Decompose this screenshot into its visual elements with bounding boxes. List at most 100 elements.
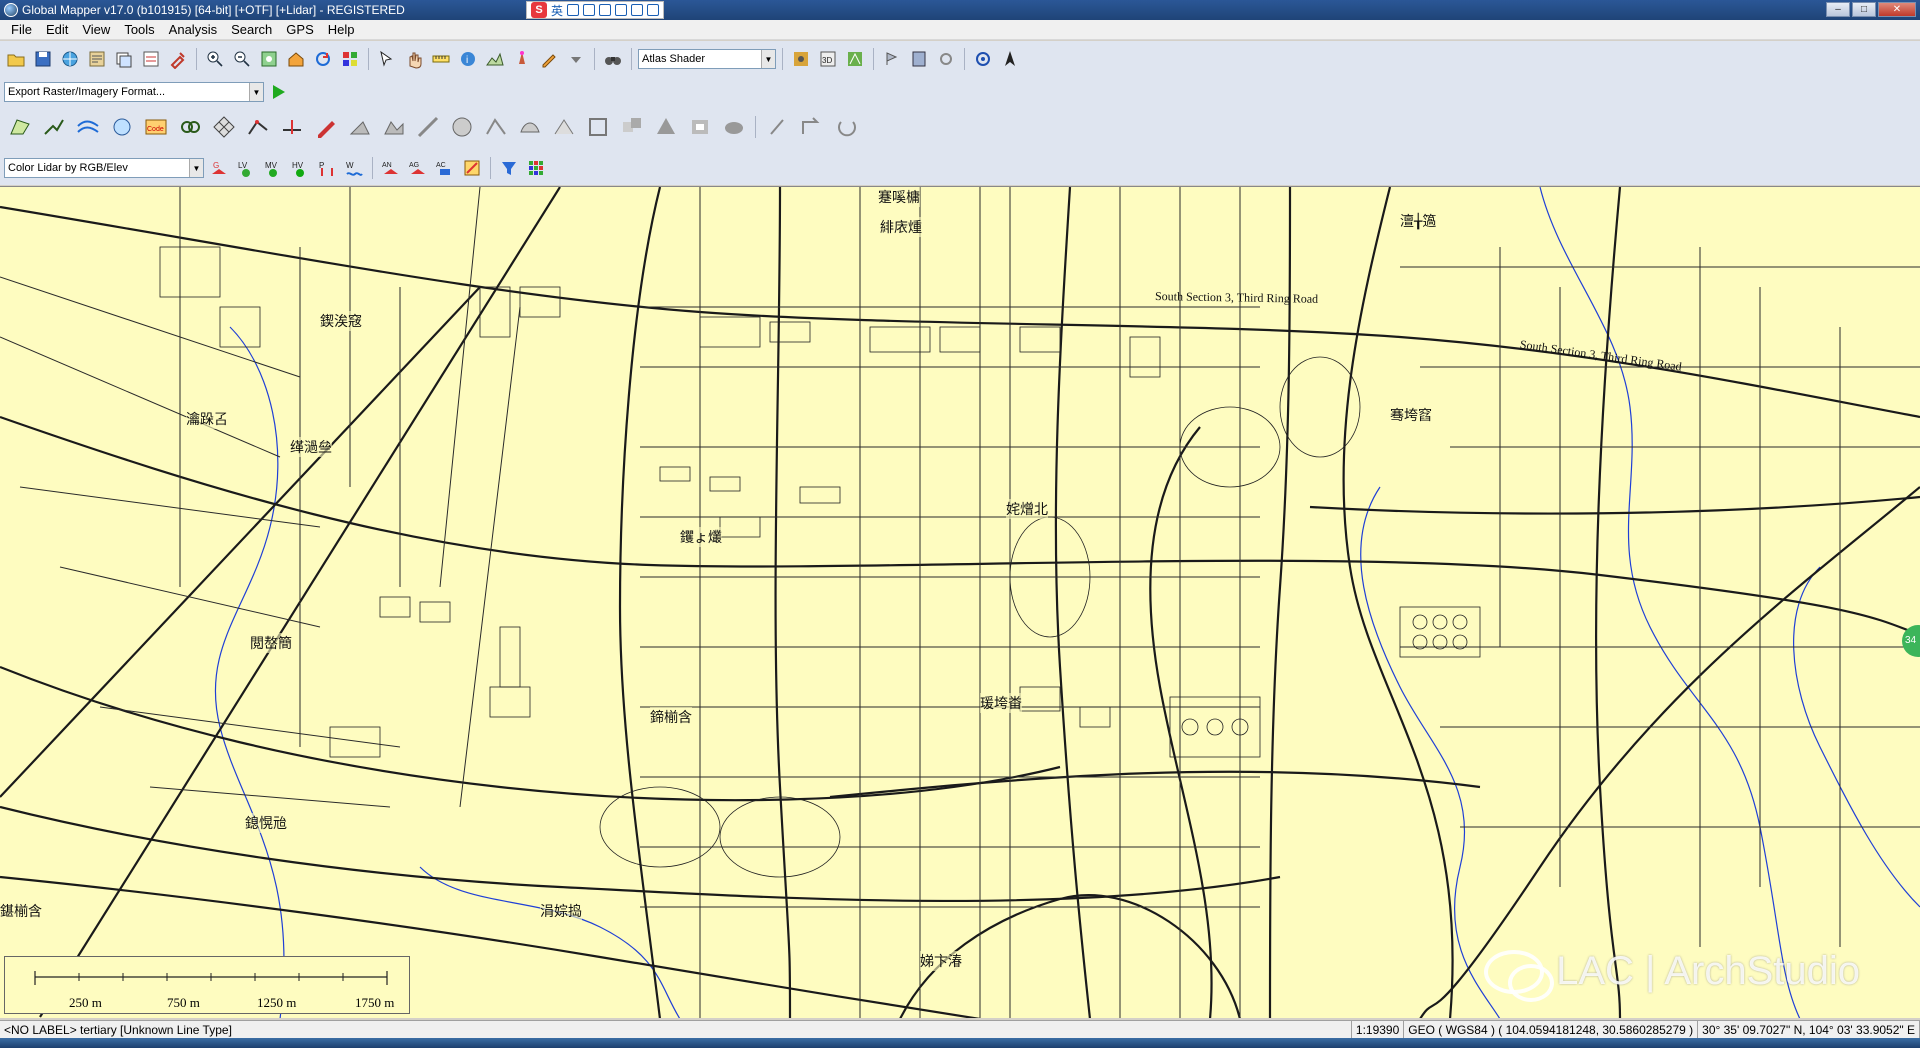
lidar-auto-classify-icon[interactable]: AN	[379, 156, 403, 180]
menu-search[interactable]: Search	[224, 20, 279, 40]
chevron-down-icon[interactable]: ▼	[761, 50, 775, 68]
path-profile-icon[interactable]	[483, 47, 507, 71]
svg-text:MV: MV	[265, 161, 278, 170]
maximize-button[interactable]: □	[1852, 2, 1876, 17]
globe-icon[interactable]	[58, 47, 82, 71]
ime-tools-icon[interactable]	[647, 4, 660, 16]
join-feature-icon[interactable]	[480, 112, 511, 143]
snap-icon[interactable]	[174, 112, 205, 143]
dropdown-arrow-icon[interactable]	[564, 47, 588, 71]
ime-keyboard-icon[interactable]	[599, 4, 612, 16]
lidar-medium-vegetation-icon[interactable]: MV	[261, 156, 285, 180]
lidar-auto-buildings-icon[interactable]: AC	[433, 156, 457, 180]
zoom-extents-icon[interactable]	[257, 47, 281, 71]
crop-feature-icon[interactable]	[582, 112, 613, 143]
menu-edit[interactable]: Edit	[39, 20, 75, 40]
simplify-feature-icon[interactable]	[548, 112, 579, 143]
binoculars-icon[interactable]	[601, 47, 625, 71]
lidar-high-vegetation-icon[interactable]: HV	[288, 156, 312, 180]
menu-view[interactable]: View	[75, 20, 117, 40]
zoom-out-icon[interactable]	[230, 47, 254, 71]
gps-options-icon[interactable]	[934, 47, 958, 71]
gps-center-icon[interactable]	[971, 47, 995, 71]
lidar-ground-icon[interactable]: G	[207, 156, 231, 180]
ime-toolbar[interactable]: S 英	[526, 1, 665, 19]
code-icon[interactable]: Code	[140, 112, 171, 143]
3d-view-icon[interactable]: 3D	[816, 47, 840, 71]
revert-icon[interactable]	[830, 112, 861, 143]
gps-info-icon[interactable]	[907, 47, 931, 71]
close-button[interactable]: ✕	[1878, 2, 1916, 17]
chevron-down-icon[interactable]: ▼	[189, 159, 203, 177]
street	[1400, 266, 1920, 828]
measure-tool-icon[interactable]	[429, 47, 453, 71]
north-arrow-icon[interactable]	[998, 47, 1022, 71]
menu-tools[interactable]: Tools	[117, 20, 161, 40]
lidar-grid-icon[interactable]	[524, 156, 548, 180]
create-line-icon[interactable]	[38, 112, 69, 143]
extract-feature-icon[interactable]	[684, 112, 715, 143]
smooth-feature-icon[interactable]	[514, 112, 545, 143]
lidar-auto-ground-icon[interactable]: AG	[406, 156, 430, 180]
combine-feature-icon[interactable]	[616, 112, 647, 143]
rotate-feature-icon[interactable]	[378, 112, 409, 143]
split-line-icon[interactable]	[276, 112, 307, 143]
lidar-auto-trees-icon[interactable]	[460, 156, 484, 180]
open-folder-icon[interactable]	[4, 47, 28, 71]
tile-view-icon[interactable]	[338, 47, 362, 71]
zoom-in-icon[interactable]	[203, 47, 227, 71]
undo-icon[interactable]	[762, 112, 793, 143]
home-icon[interactable]	[284, 47, 308, 71]
scale-feature-icon[interactable]	[412, 112, 443, 143]
ime-mic-icon[interactable]	[583, 4, 596, 16]
gps-track-icon[interactable]	[880, 47, 904, 71]
fill-area-icon[interactable]	[650, 112, 681, 143]
chevron-down-icon[interactable]: ▼	[249, 83, 263, 101]
map-view[interactable]: South Section 3, Third Ring Road South S…	[0, 186, 1920, 1018]
map-catalog-icon[interactable]	[85, 47, 109, 71]
edit-draw-icon[interactable]	[310, 112, 341, 143]
lidar-color-select[interactable]: Color Lidar by RGB/Elev ▼	[4, 158, 204, 178]
create-buffer-icon[interactable]	[106, 112, 137, 143]
title-bar: Global Mapper v17.0 (b101915) [64-bit] […	[0, 0, 1920, 20]
grid-icon[interactable]	[208, 112, 239, 143]
lidar-powerline-icon[interactable]: P	[315, 156, 339, 180]
building	[659, 466, 691, 482]
lidar-low-vegetation-icon[interactable]: LV	[234, 156, 258, 180]
ime-user-icon[interactable]	[615, 4, 628, 16]
redo-icon[interactable]	[796, 112, 827, 143]
move-feature-icon[interactable]	[344, 112, 375, 143]
run-export-button[interactable]	[267, 81, 289, 103]
mark-feature-icon[interactable]	[718, 112, 749, 143]
shader-settings-icon[interactable]	[789, 47, 813, 71]
menu-analysis[interactable]: Analysis	[162, 20, 224, 40]
refresh-icon[interactable]	[311, 47, 335, 71]
ime-language-label[interactable]: 英	[551, 2, 563, 19]
select-tool-icon[interactable]	[375, 47, 399, 71]
minimize-button[interactable]: –	[1826, 2, 1850, 17]
status-bar: <NO LABEL> tertiary [Unknown Line Type] …	[0, 1020, 1920, 1039]
lidar-water-icon[interactable]: W	[342, 156, 366, 180]
digitizer-icon[interactable]	[537, 47, 561, 71]
tools-icon[interactable]	[166, 47, 190, 71]
view-shed-icon[interactable]	[510, 47, 534, 71]
shader-select[interactable]: Atlas Shader ▼	[638, 49, 776, 69]
create-contour-icon[interactable]	[72, 112, 103, 143]
lidar-filter-icon[interactable]	[497, 156, 521, 180]
config-icon[interactable]	[139, 47, 163, 71]
clip-feature-icon[interactable]	[446, 112, 477, 143]
overlay-control-icon[interactable]	[112, 47, 136, 71]
menu-file[interactable]: File	[4, 20, 39, 40]
feature-info-icon[interactable]: i	[456, 47, 480, 71]
pan-tool-icon[interactable]	[402, 47, 426, 71]
menu-help[interactable]: Help	[321, 20, 362, 40]
save-icon[interactable]	[31, 47, 55, 71]
ime-skin-icon[interactable]	[631, 4, 644, 16]
ime-logo-icon[interactable]: S	[531, 2, 547, 18]
vertex-edit-icon[interactable]	[242, 112, 273, 143]
export-format-select[interactable]: Export Raster/Imagery Format... ▼	[4, 82, 264, 102]
menu-gps[interactable]: GPS	[279, 20, 320, 40]
lidar-settings-icon[interactable]	[843, 47, 867, 71]
ime-punctuation-icon[interactable]	[567, 4, 580, 16]
create-area-icon[interactable]	[4, 112, 35, 143]
